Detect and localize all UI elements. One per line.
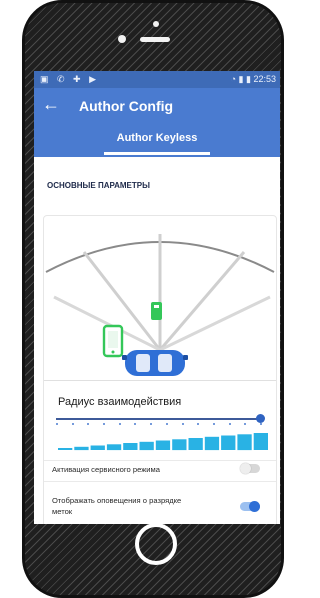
- status-bar: ▣ ✆ ✚ ▶ ◔ ▮ ▮ 22:53: [34, 71, 280, 88]
- car-icon: [122, 350, 188, 376]
- smartphone-icon: [102, 324, 124, 358]
- level-bar: [58, 448, 73, 450]
- toggle-knob: [240, 463, 251, 474]
- level-bar: [188, 438, 203, 450]
- tab-indicator: [104, 152, 210, 155]
- level-bar: [204, 436, 220, 451]
- slider-tick: [181, 423, 184, 425]
- level-bar: [172, 439, 187, 451]
- clock: 22:53: [253, 74, 276, 84]
- notification-icons: ▣ ✆ ✚ ▶: [40, 74, 100, 84]
- radius-slider-track[interactable]: [56, 418, 262, 420]
- status-right: ◔ ▮ ▮ 22:53: [231, 74, 276, 85]
- proximity-sensor: [153, 21, 159, 27]
- signal-level-bars: [58, 433, 268, 451]
- level-bar: [90, 445, 105, 450]
- battery-alerts-toggle[interactable]: [240, 501, 260, 512]
- back-arrow-icon[interactable]: ←: [42, 94, 60, 114]
- tab-author-keyless[interactable]: Author Keyless: [94, 132, 220, 144]
- range-diagram: [45, 234, 275, 358]
- slider-tick: [197, 423, 200, 425]
- slider-ticks: [56, 423, 262, 427]
- card-divider: [44, 380, 276, 381]
- tab-bar: Author Keyless: [34, 124, 280, 157]
- slider-tick: [259, 423, 262, 425]
- service-mode-toggle[interactable]: [240, 463, 260, 474]
- parameters-card: Радиус взаимодействия Активация сервисно…: [43, 215, 277, 524]
- slider-tick: [244, 423, 247, 425]
- level-bar: [221, 435, 236, 450]
- slider-tick: [165, 423, 168, 425]
- radius-slider-thumb[interactable]: [256, 414, 265, 423]
- battery-alerts-label: Отображать оповещения о разрядке меток: [52, 496, 182, 516]
- front-camera: [118, 35, 126, 43]
- slider-tick: [150, 423, 153, 425]
- level-bar: [155, 440, 171, 450]
- level-bar: [123, 443, 138, 450]
- home-button[interactable]: [135, 523, 177, 565]
- slider-tick: [87, 423, 90, 425]
- range-beam-right: [158, 251, 246, 351]
- level-bar: [237, 434, 252, 451]
- level-bar: [253, 433, 268, 450]
- phone-screen: ▣ ✆ ✚ ▶ ◔ ▮ ▮ 22:53 ← Author Config Auth…: [34, 71, 280, 524]
- system-icons: ◔ ▮ ▮: [230, 74, 251, 84]
- service-mode-label: Активация сервисного режима: [52, 465, 160, 474]
- slider-tick: [228, 423, 231, 425]
- section-title: ОСНОВНЫЕ ПАРАМЕТРЫ: [47, 181, 150, 190]
- app-bar: ← Author Config: [34, 88, 280, 124]
- slider-tick: [56, 423, 58, 425]
- radius-label: Радиус взаимодействия: [58, 396, 182, 408]
- slider-tick: [103, 423, 106, 425]
- card-divider: [44, 481, 276, 482]
- slider-tick: [212, 423, 215, 425]
- slider-tick: [71, 423, 74, 425]
- level-bar: [74, 446, 89, 451]
- range-beam-far-right: [159, 295, 271, 352]
- toggle-knob: [249, 501, 260, 512]
- key-fob-icon: [151, 302, 162, 320]
- slider-tick: [134, 423, 137, 425]
- page-title: Author Config: [79, 98, 174, 114]
- slider-tick: [118, 423, 121, 425]
- level-bar: [106, 444, 122, 451]
- card-divider: [44, 460, 276, 461]
- earpiece-speaker: [140, 37, 170, 42]
- level-bar: [139, 441, 154, 451]
